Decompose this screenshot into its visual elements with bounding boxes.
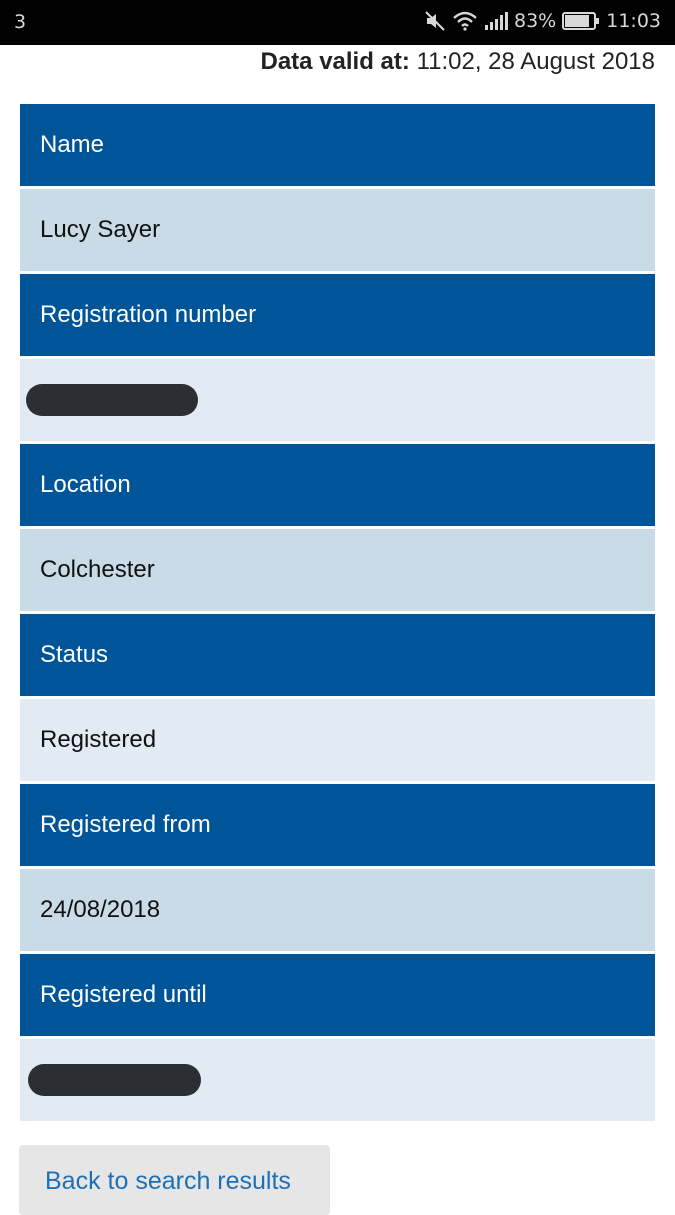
name-header: Name <box>20 104 655 186</box>
name-value-row: Lucy Sayer <box>20 189 655 271</box>
registered-from-header: Registered from <box>20 784 655 866</box>
registration-number-label: Registration number <box>40 301 257 328</box>
signal-icon <box>484 11 508 31</box>
registration-record: Name Lucy Sayer Registration number Loca… <box>20 104 655 1124</box>
status-label: Status <box>40 641 109 668</box>
location-header: Location <box>20 444 655 526</box>
data-valid-value: 11:02, 28 August 2018 <box>416 48 655 75</box>
notification-count: 3 <box>14 11 27 33</box>
registered-until-value-row <box>20 1039 655 1121</box>
redaction-mark <box>26 384 198 416</box>
battery-icon <box>562 11 600 31</box>
data-valid-label: Data valid at: <box>260 48 410 75</box>
status-header: Status <box>20 614 655 696</box>
status-value: Registered <box>40 726 157 753</box>
registered-from-value: 24/08/2018 <box>40 896 161 923</box>
registered-until-label: Registered until <box>40 981 207 1008</box>
registration-number-header: Registration number <box>20 274 655 356</box>
registration-number-value-row <box>20 359 655 441</box>
location-value: Colchester <box>40 556 155 583</box>
mute-icon <box>424 10 446 32</box>
name-value: Lucy Sayer <box>40 216 161 243</box>
registered-until-header: Registered until <box>20 954 655 1036</box>
location-value-row: Colchester <box>20 529 655 611</box>
status-value-row: Registered <box>20 699 655 781</box>
battery-percent: 83% <box>514 10 557 32</box>
back-to-search-results-button[interactable]: Back to search results <box>19 1145 330 1215</box>
status-time: 11:03 <box>606 10 661 32</box>
wifi-icon <box>452 10 478 32</box>
redaction-mark <box>28 1064 201 1096</box>
data-valid-timestamp: Data valid at: 11:02, 28 August 2018 <box>261 48 656 76</box>
registered-from-label: Registered from <box>40 811 211 838</box>
location-label: Location <box>40 471 131 498</box>
status-bar: 3 83% 11:03 <box>0 0 675 45</box>
status-icons: 83% 11:03 <box>424 10 661 32</box>
registered-from-value-row: 24/08/2018 <box>20 869 655 951</box>
name-label: Name <box>40 131 105 158</box>
